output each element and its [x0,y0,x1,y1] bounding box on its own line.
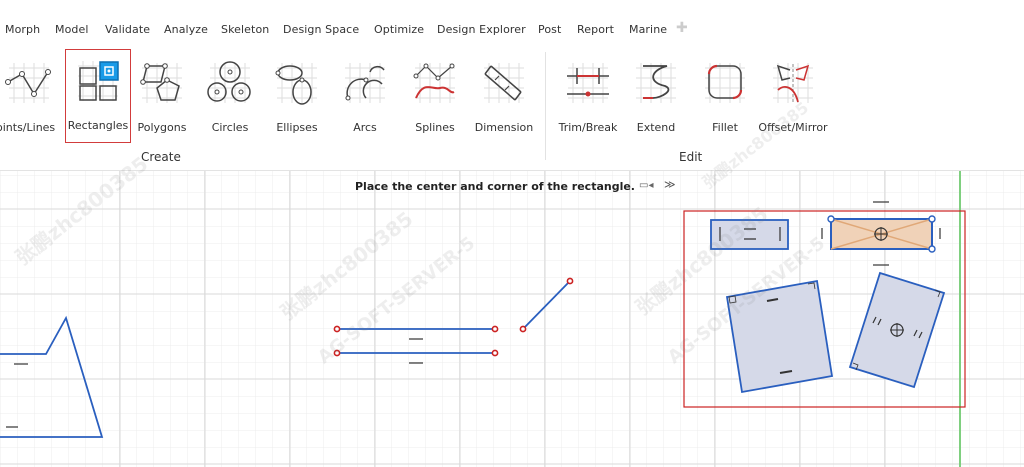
tool-splines[interactable]: Splines [408,54,462,146]
chevron-down-icon[interactable]: ≫ [664,178,676,191]
prompt-text: Place the center and corner of the recta… [355,180,635,193]
tool-extend[interactable]: Extend [628,54,684,146]
ribbon: oints/Lines Rectangles Polygons Circles … [0,49,1024,171]
menu-design-space[interactable]: Design Space [283,23,359,36]
add-tab-icon[interactable]: ✚ [676,20,688,36]
tool-label: Dimension [474,121,534,134]
rectangles-icon [78,61,119,101]
tool-trim-break[interactable]: Trim/Break [556,54,620,146]
tool-polygons[interactable]: Polygons [135,54,189,146]
tool-ellipses[interactable]: Ellipses [270,54,324,146]
tool-label: Rectangles [67,119,129,132]
group-label-edit: Edit [679,150,703,164]
menu-morph[interactable]: Morph [5,23,40,36]
fillet-icon [705,63,745,103]
menu-marine[interactable]: Marine [629,23,667,36]
tool-label: Splines [415,121,455,134]
tool-circles[interactable]: Circles [203,54,257,146]
tool-label: Trim/Break [558,121,618,134]
tool-arcs[interactable]: Arcs [338,54,392,146]
splines-icon [413,63,455,103]
tool-fillet[interactable]: Fillet [698,54,752,146]
menu-analyze[interactable]: Analyze [164,23,208,36]
arcs-icon [345,63,385,103]
tool-label: Arcs [353,121,377,134]
tool-label: oints/Lines [0,121,56,134]
video-icon[interactable]: ▭◂ [639,180,653,191]
menu-post[interactable]: Post [538,23,561,36]
command-prompt: Place the center and corner of the recta… [0,178,1024,194]
trim-break-icon [567,63,609,103]
circles-icon [207,61,251,103]
group-label-create: Create [141,150,181,164]
tool-label: Ellipses [276,121,318,134]
menu-optimize[interactable]: Optimize [374,23,424,36]
menu-design-explorer[interactable]: Design Explorer [437,23,526,36]
tool-label: Polygons [137,121,187,134]
tool-points-lines[interactable]: oints/Lines [0,54,58,146]
extend-icon [636,63,676,103]
ellipses-icon [275,63,317,105]
polygons-icon [140,63,182,103]
menu-report[interactable]: Report [577,23,614,36]
menu-bar: Morph Model Validate Analyze Skeleton De… [0,0,1024,60]
tool-rectangles[interactable]: Rectangles [65,49,131,143]
tool-label: Extend [636,121,676,134]
menu-validate[interactable]: Validate [105,23,150,36]
dimension-icon [484,63,524,103]
tool-label: Circles [211,121,249,134]
points-lines-icon [5,63,51,103]
tool-dimension[interactable]: Dimension [472,54,536,146]
group-separator [545,52,546,160]
menu-skeleton[interactable]: Skeleton [221,23,269,36]
menu-model[interactable]: Model [55,23,89,36]
sketch-canvas[interactable] [0,171,1024,467]
tool-label: Fillet [712,121,738,134]
